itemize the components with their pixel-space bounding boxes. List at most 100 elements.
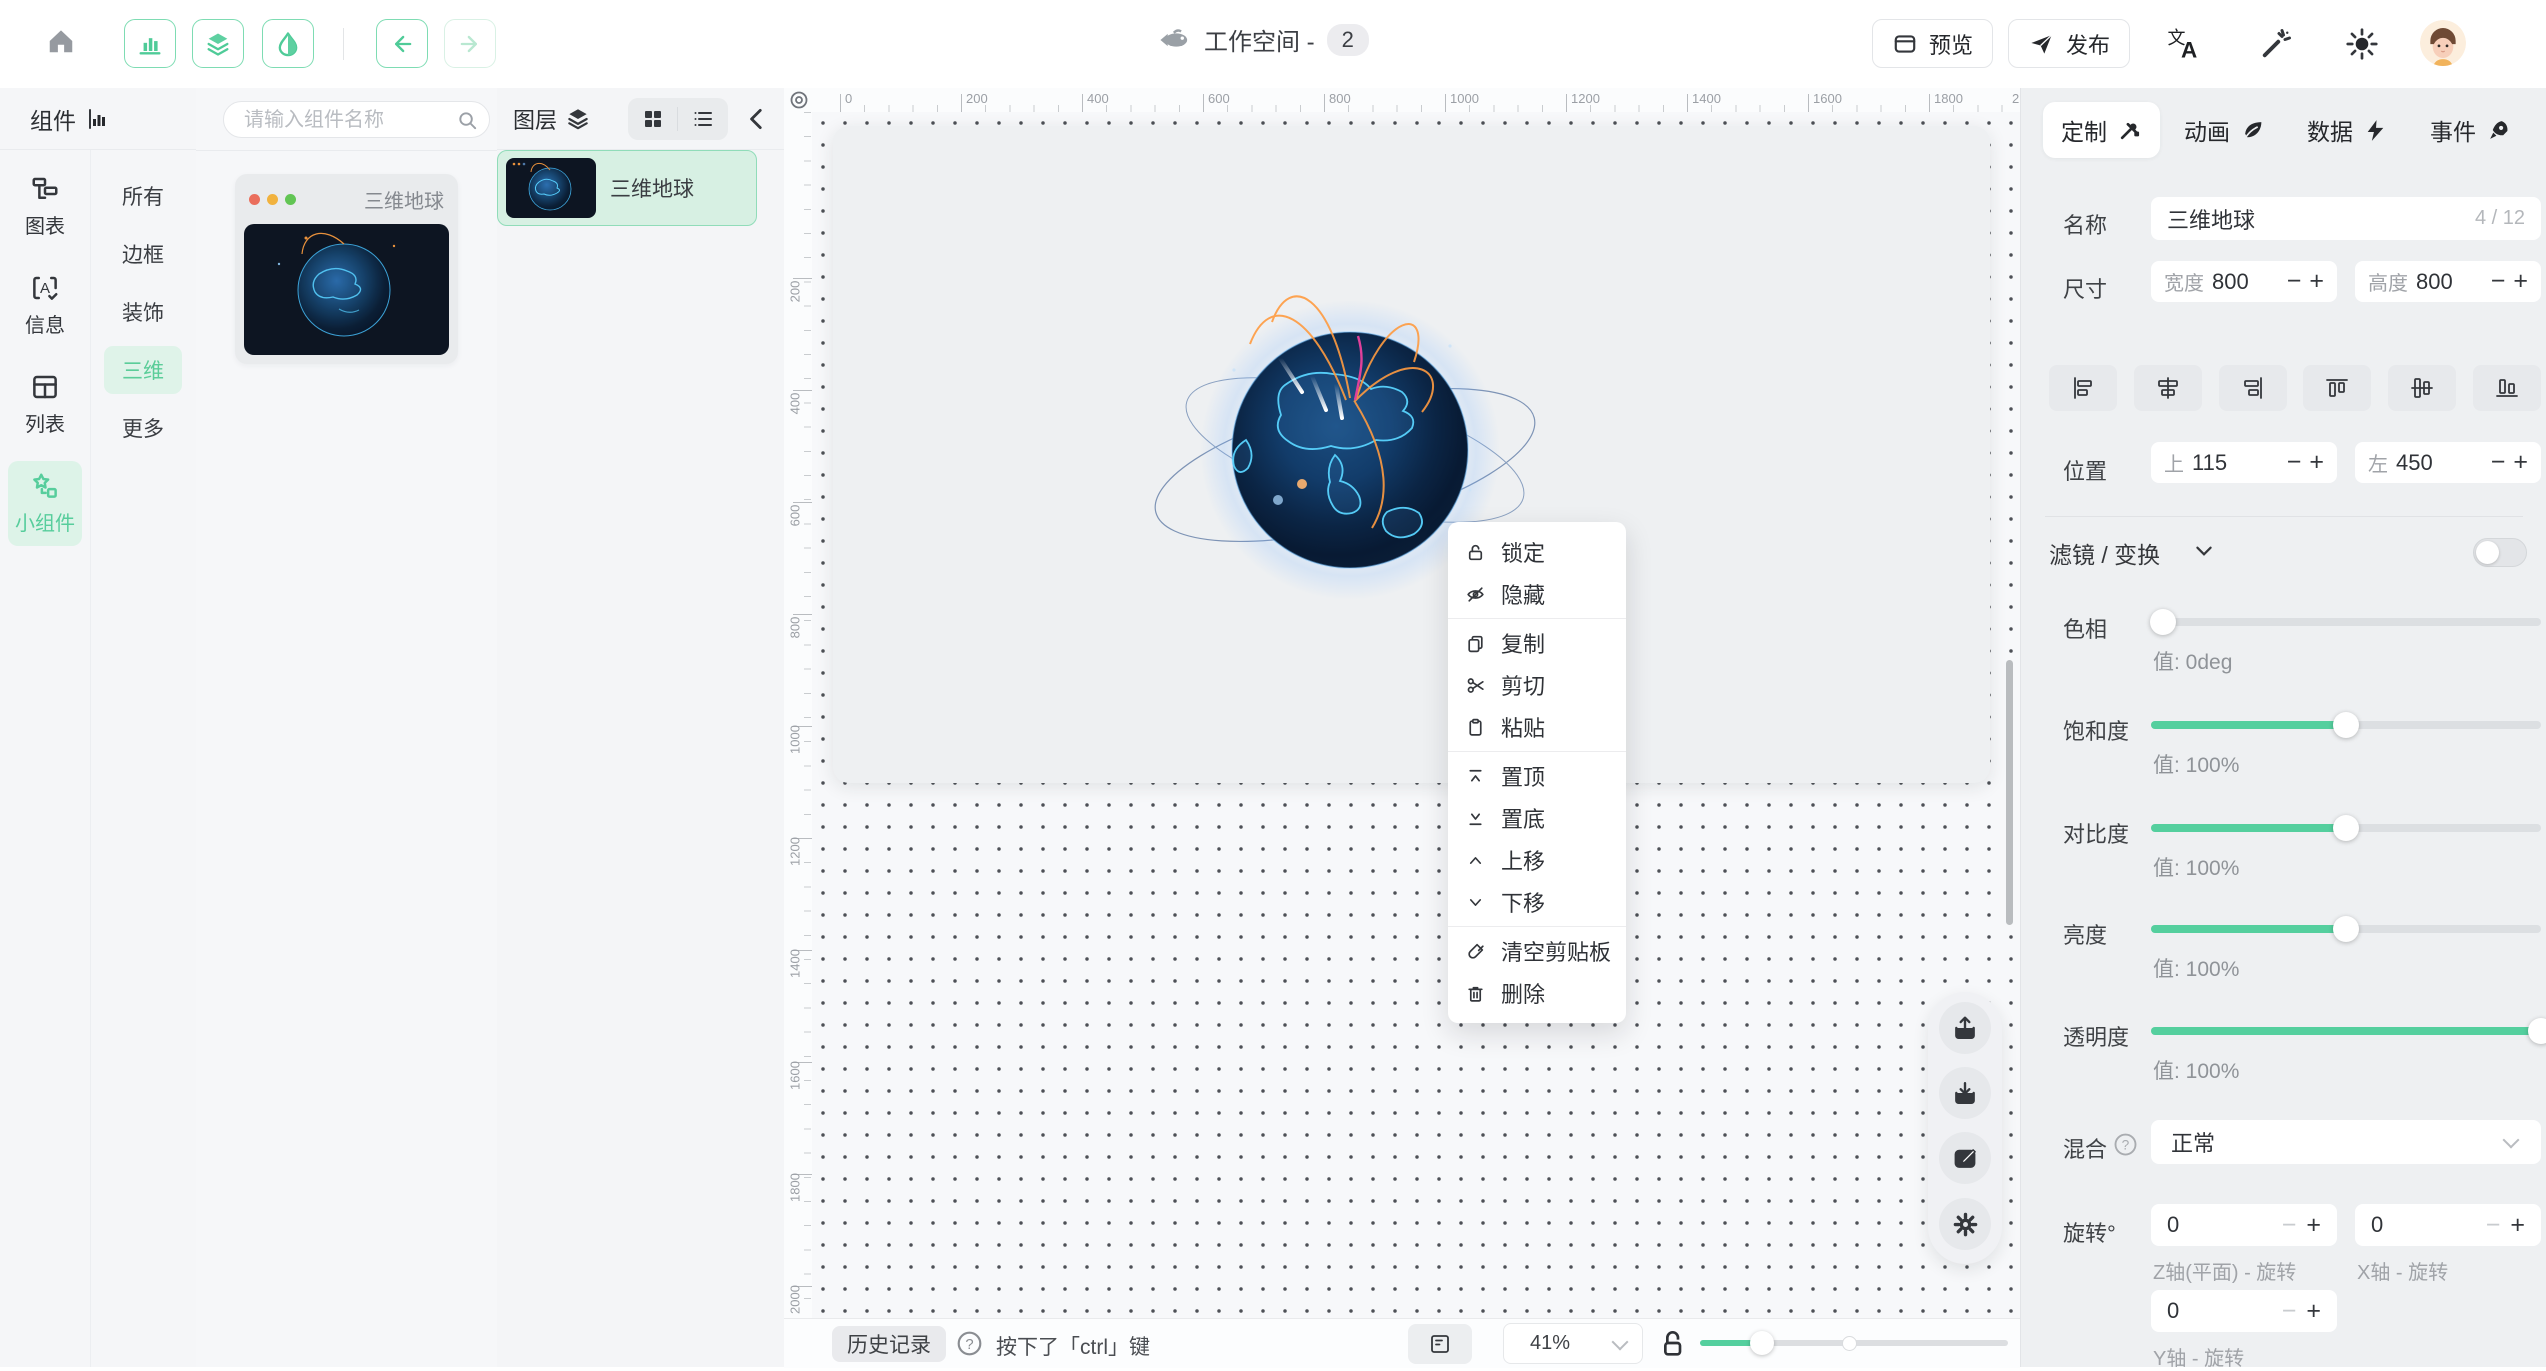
zoom-slider-handle[interactable] (1750, 1331, 1774, 1355)
component-card-3d-earth[interactable]: 三维地球 (235, 174, 458, 364)
left-plus-button[interactable]: + (2513, 450, 2528, 475)
menu-item-paste[interactable]: 粘贴 (1448, 706, 1626, 748)
rotate-z-plus-button[interactable]: + (2306, 1213, 2321, 1238)
rotate-y-minus-button[interactable]: − (2282, 1299, 2297, 1324)
ruler-origin-icon[interactable] (786, 88, 812, 112)
help-icon[interactable]: ? (956, 1330, 983, 1357)
width-plus-button[interactable]: + (2309, 269, 2324, 294)
menu-item-send-to-bottom[interactable]: 置底 (1448, 797, 1626, 839)
category-border[interactable]: 边框 (104, 230, 182, 278)
tab-events[interactable]: 事件 (2412, 102, 2529, 158)
menu-item-cut[interactable]: 剪切 (1448, 664, 1626, 706)
theme-sun-icon[interactable] (2344, 26, 2380, 62)
rail-item-list[interactable]: 列表 (8, 362, 82, 447)
align-bottom-button[interactable] (2473, 365, 2541, 411)
menu-item-clear-clipboard[interactable]: 清空剪贴板 (1448, 930, 1626, 972)
hue-slider-handle[interactable] (2150, 609, 2176, 635)
edit-button[interactable] (1939, 1132, 1991, 1184)
blend-select[interactable]: 正常 (2151, 1120, 2541, 1164)
saturation-slider[interactable] (2151, 721, 2541, 729)
height-minus-button[interactable]: − (2491, 269, 2506, 294)
history-button[interactable]: 历史记录 (832, 1326, 946, 1362)
menu-item-bring-to-top[interactable]: 置顶 (1448, 755, 1626, 797)
hue-slider[interactable] (2151, 618, 2541, 626)
language-icon[interactable]: 文A (2166, 26, 2202, 62)
settings-gear-icon[interactable] (1939, 1198, 1991, 1250)
category-decoration[interactable]: 装饰 (104, 288, 182, 336)
rotate-x-plus-button[interactable]: + (2510, 1213, 2525, 1238)
opacity-slider-handle[interactable] (2528, 1018, 2546, 1044)
menu-item-move-up[interactable]: 上移 (1448, 839, 1626, 881)
position-top-stepper[interactable]: 上 115 − + (2151, 442, 2337, 483)
rail-item-charts[interactable]: 图表 (8, 164, 82, 249)
layer-item-3d-earth[interactable]: 三维地球 (497, 150, 757, 226)
unlock-icon[interactable] (1656, 1327, 1688, 1359)
rail-item-widgets[interactable]: 小组件 (8, 461, 82, 546)
left-minus-button[interactable]: − (2491, 450, 2506, 475)
menu-item-lock[interactable]: 锁定 (1448, 531, 1626, 573)
width-minus-button[interactable]: − (2287, 269, 2302, 294)
redo-button[interactable] (444, 19, 496, 68)
layers-list-view-button[interactable] (678, 98, 727, 140)
align-center-horizontal-button[interactable] (2134, 365, 2202, 411)
align-top-button[interactable] (2303, 365, 2371, 411)
align-right-button[interactable] (2219, 365, 2287, 411)
menu-item-delete[interactable]: 删除 (1448, 972, 1626, 1014)
category-3d[interactable]: 三维 (104, 346, 182, 394)
align-left-button[interactable] (2049, 365, 2117, 411)
brightness-slider[interactable] (2151, 925, 2541, 933)
export-button[interactable] (1939, 1002, 1991, 1054)
rotate-z-stepper[interactable]: 0 − + (2151, 1204, 2337, 1246)
menu-item-move-down[interactable]: 下移 (1448, 881, 1626, 923)
rail-item-info[interactable]: A 信息 (8, 263, 82, 348)
help-icon[interactable]: ? (2113, 1132, 2138, 1157)
rotate-x-minus-button[interactable]: − (2486, 1213, 2501, 1238)
rotate-y-stepper[interactable]: 0 − + (2151, 1290, 2337, 1332)
layers-grid-view-button[interactable] (628, 98, 677, 140)
name-field[interactable]: 三维地球 4 / 12 (2151, 197, 2541, 240)
menu-item-hide[interactable]: 隐藏 (1448, 573, 1626, 615)
search-input[interactable] (242, 105, 451, 135)
category-more[interactable]: 更多 (104, 404, 182, 452)
undo-button[interactable] (376, 19, 428, 68)
opacity-slider[interactable] (2151, 1027, 2541, 1035)
height-plus-button[interactable]: + (2513, 269, 2528, 294)
filter-mode-button[interactable] (262, 19, 314, 68)
contrast-slider[interactable] (2151, 824, 2541, 832)
tab-data[interactable]: 数据 (2289, 102, 2406, 158)
align-middle-vertical-button[interactable] (2388, 365, 2456, 411)
filter-toggle[interactable] (2473, 538, 2527, 567)
layers-mode-button[interactable] (192, 19, 244, 68)
avatar[interactable] (2420, 20, 2466, 66)
workspace-number-badge[interactable]: 2 (1327, 24, 1369, 56)
contrast-slider-handle[interactable] (2333, 815, 2359, 841)
magic-wand-icon[interactable] (2258, 26, 2294, 62)
quick-panel-button[interactable] (1408, 1324, 1472, 1364)
tab-animation[interactable]: 动画 (2166, 102, 2283, 158)
menu-item-copy[interactable]: 复制 (1448, 622, 1626, 664)
search-icon[interactable] (456, 109, 479, 132)
canvas-area[interactable]: 0 200 400 600 800 1000 1200 1400 1600 18… (784, 88, 2020, 1318)
top-minus-button[interactable]: − (2287, 450, 2302, 475)
top-plus-button[interactable]: + (2309, 450, 2324, 475)
width-stepper[interactable]: 宽度 800 − + (2151, 261, 2337, 302)
saturation-slider-handle[interactable] (2333, 712, 2359, 738)
canvas-scrollbar[interactable] (2006, 660, 2013, 925)
zoom-select[interactable]: 41% (1503, 1323, 1643, 1364)
brightness-slider-handle[interactable] (2333, 916, 2359, 942)
position-left-stepper[interactable]: 左 450 − + (2355, 442, 2541, 483)
category-all[interactable]: 所有 (104, 172, 182, 220)
chart-mode-button[interactable] (124, 19, 176, 68)
home-icon[interactable] (46, 26, 76, 56)
rotate-y-plus-button[interactable]: + (2306, 1299, 2321, 1324)
rotate-z-minus-button[interactable]: − (2282, 1213, 2297, 1238)
collapse-panel-icon[interactable] (744, 106, 770, 132)
chevron-down-icon[interactable] (2193, 540, 2215, 562)
rotate-x-stepper[interactable]: 0 − + (2355, 1204, 2541, 1246)
zoom-slider[interactable] (1700, 1340, 2008, 1346)
tab-customize[interactable]: 定制 (2043, 102, 2160, 158)
publish-button[interactable]: 发布 (2008, 19, 2130, 68)
preview-button[interactable]: 预览 (1872, 19, 1993, 68)
import-button[interactable] (1939, 1067, 1991, 1119)
height-stepper[interactable]: 高度 800 − + (2355, 261, 2541, 302)
